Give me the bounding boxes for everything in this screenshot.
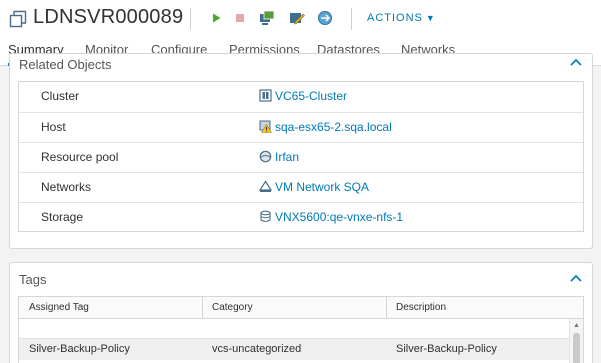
stop-icon xyxy=(236,14,244,22)
scroll-up-icon[interactable]: ▲ xyxy=(573,322,580,329)
table-row[interactable]: Silver-Backup-Policy vcs-uncategorized S… xyxy=(19,338,569,360)
cell-assigned-tag: Silver-Backup-Policy xyxy=(29,343,130,355)
related-row-storage: Storage VNX5600:qe-vnxe-nfs-1 xyxy=(19,202,583,232)
column-header-assigned-tag[interactable]: Assigned Tag xyxy=(29,302,89,313)
play-icon xyxy=(213,13,221,23)
power-off-button[interactable] xyxy=(231,9,249,27)
related-link-resource-pool[interactable]: Irfan xyxy=(275,150,299,164)
related-objects-title: Related Objects xyxy=(19,57,112,72)
related-label: Networks xyxy=(41,180,92,194)
related-objects-card: Related Objects Cluster VC65-Cluster Hos… xyxy=(9,53,593,249)
edit-settings-button[interactable] xyxy=(288,9,306,27)
related-link-storage[interactable]: VNX5600:qe-vnxe-nfs-1 xyxy=(275,210,403,224)
cluster-icon xyxy=(259,89,272,102)
network-icon xyxy=(259,180,272,192)
cell-category: vcs-uncategorized xyxy=(212,343,302,355)
tags-title: Tags xyxy=(19,272,47,287)
related-label: Storage xyxy=(41,210,84,224)
chevron-up-icon[interactable] xyxy=(570,58,582,66)
chevron-up-icon[interactable] xyxy=(570,274,582,282)
related-link-cluster[interactable]: VC65-Cluster xyxy=(275,89,347,103)
related-link-networks[interactable]: VM Network SQA xyxy=(275,180,369,194)
migrate-icon xyxy=(318,11,332,25)
power-on-button[interactable] xyxy=(207,9,225,27)
header-separator xyxy=(351,8,352,30)
column-resize-handle[interactable] xyxy=(202,297,203,319)
related-label: Host xyxy=(41,120,66,134)
datastore-icon xyxy=(260,210,271,223)
edit-settings-icon xyxy=(290,13,305,25)
cell-description: Silver-Backup-Policy xyxy=(396,343,497,355)
migrate-button[interactable] xyxy=(316,9,334,27)
related-row-host: Host sqa-esx65-2.sqa.local xyxy=(19,112,583,142)
related-row-resource-pool: Resource pool Irfan xyxy=(19,142,583,172)
launch-console-button[interactable] xyxy=(258,9,276,27)
actions-menu[interactable]: ACTIONS ▼ xyxy=(367,12,436,24)
related-row-networks: Networks VM Network SQA xyxy=(19,172,583,202)
related-row-cluster: Cluster VC65-Cluster xyxy=(19,82,583,112)
vm-title: LDNSVR000089 xyxy=(33,6,184,28)
vm-icon xyxy=(9,10,27,28)
column-header-category[interactable]: Category xyxy=(212,302,253,313)
resource-pool-icon xyxy=(259,150,272,163)
column-resize-handle[interactable] xyxy=(386,297,387,319)
tags-table-header: Assigned Tag Category Description xyxy=(19,297,583,319)
related-objects-table: Cluster VC65-Cluster Host sqa-esx65-2.sq… xyxy=(18,81,584,232)
tags-scrollbar[interactable]: ▲ xyxy=(569,319,583,363)
host-warning-icon xyxy=(259,120,272,133)
actions-label: ACTIONS xyxy=(367,12,423,24)
related-label: Resource pool xyxy=(41,150,119,164)
related-link-host[interactable]: sqa-esx65-2.sqa.local xyxy=(275,120,392,134)
scroll-thumb[interactable] xyxy=(573,333,580,363)
tags-table: Assigned Tag Category Description Silver… xyxy=(18,296,584,363)
column-header-description[interactable]: Description xyxy=(396,302,446,313)
header-separator xyxy=(190,8,191,30)
console-icon xyxy=(260,10,275,25)
tags-card: Tags Assigned Tag Category Description S… xyxy=(9,262,593,363)
related-label: Cluster xyxy=(41,89,80,103)
chevron-down-icon: ▼ xyxy=(425,13,436,23)
